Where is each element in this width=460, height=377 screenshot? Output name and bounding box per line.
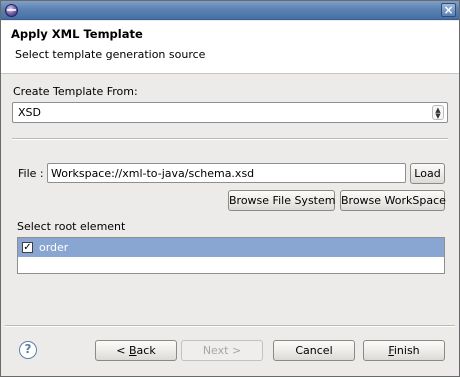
order-checkbox[interactable]: ✓: [22, 242, 33, 253]
list-item-label: order: [39, 241, 69, 254]
title-bar[interactable]: ×: [1, 1, 459, 20]
template-source-value: XSD: [18, 106, 41, 119]
select-root-label: Select root element: [17, 220, 126, 233]
template-source-select[interactable]: XSD ▲ ▼: [12, 102, 448, 123]
browse-workspace-button[interactable]: Browse WorkSpace: [340, 190, 446, 211]
dialog-title: Apply XML Template: [11, 27, 143, 41]
root-element-list[interactable]: ✓ order: [17, 237, 445, 274]
load-button[interactable]: Load: [410, 163, 445, 184]
back-mnemonic: B: [129, 344, 137, 357]
list-item[interactable]: ✓ order: [18, 238, 444, 257]
header-banner: Apply XML Template Select template gener…: [1, 21, 459, 74]
next-button[interactable]: Next >: [181, 340, 263, 361]
help-icon[interactable]: ?: [19, 341, 37, 359]
dialog-subtitle: Select template generation source: [15, 48, 206, 61]
close-button[interactable]: ×: [441, 3, 456, 17]
finish-rest: inish: [393, 344, 420, 357]
finish-button[interactable]: Finish: [363, 340, 445, 361]
back-rest: ack: [136, 344, 156, 357]
cancel-button[interactable]: Cancel: [273, 340, 355, 361]
create-template-label: Create Template From:: [13, 85, 138, 98]
file-path-input[interactable]: [47, 163, 406, 183]
dialog-window: × Apply XML Template Select template gen…: [0, 0, 460, 377]
separator: [12, 138, 448, 140]
browse-file-system-button[interactable]: Browse File System: [228, 190, 335, 211]
back-button[interactable]: < Back: [95, 340, 177, 361]
file-label: File :: [18, 167, 44, 180]
combo-arrows-icon: ▲ ▼: [432, 105, 444, 120]
eclipse-icon: [5, 4, 18, 17]
back-prefix: <: [116, 344, 129, 357]
footer-separator: [5, 325, 455, 327]
